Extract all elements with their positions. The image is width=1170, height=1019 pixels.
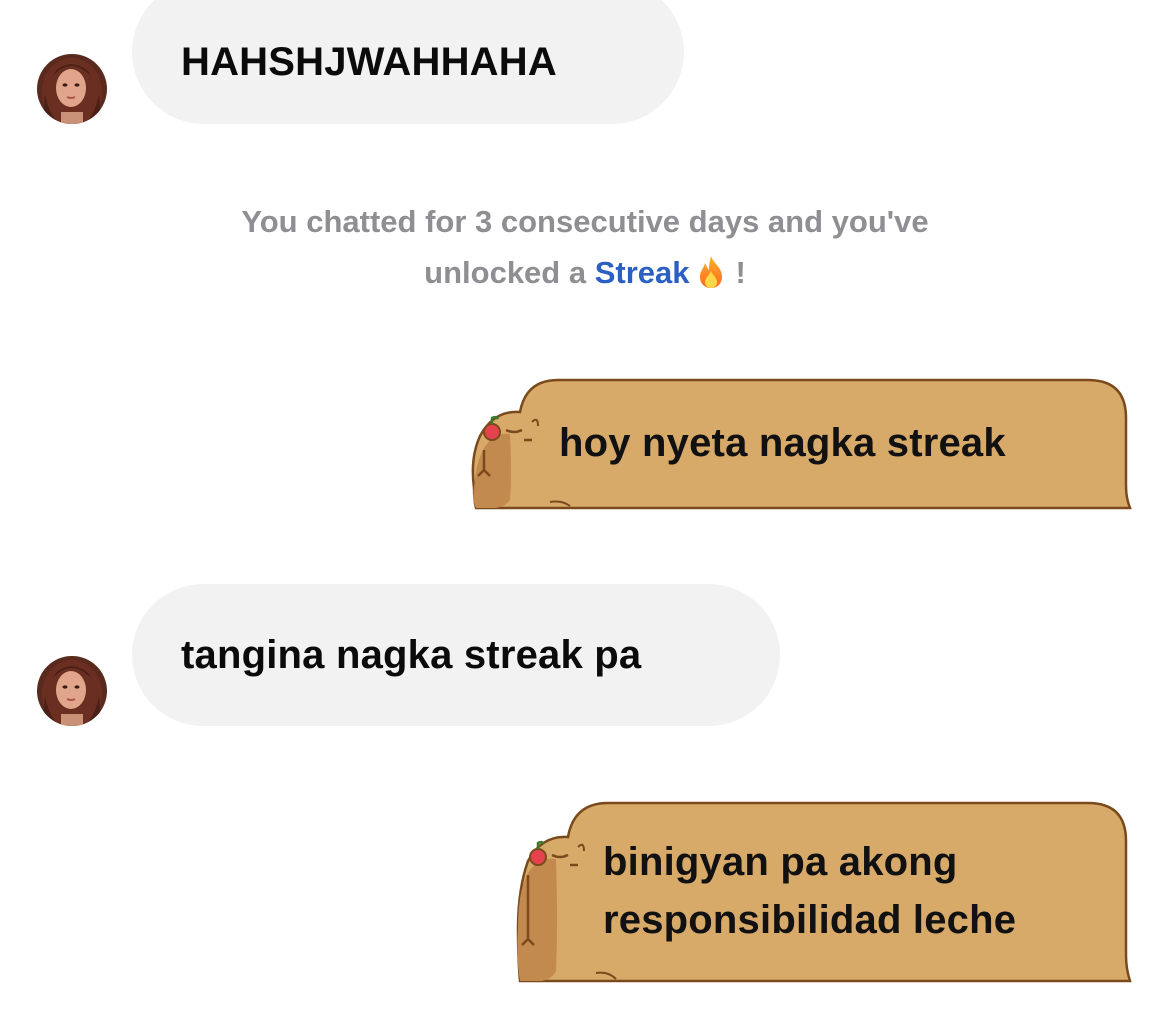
message-text: tangina nagka streak pa — [181, 632, 642, 677]
incoming-message-bubble[interactable]: HAHSHJWAHHAHA — [132, 0, 684, 124]
message-text: hoy nyeta nagka streak — [559, 421, 1006, 465]
avatar-photo — [37, 656, 107, 726]
contact-avatar[interactable] — [37, 656, 107, 726]
message-text: HAHSHJWAHHAHA — [181, 39, 557, 84]
streak-notice: You chatted for 3 consecutive days and y… — [140, 196, 1030, 304]
avatar-photo — [37, 54, 107, 124]
incoming-message-bubble[interactable]: tangina nagka streak pa — [132, 584, 780, 726]
streak-notice-line2: unlocked a Streak ! — [140, 247, 1030, 304]
streak-link[interactable]: Streak — [595, 255, 690, 290]
message-text-line1: binigyan pa akong — [603, 840, 958, 884]
streak-notice-suffix: ! — [735, 255, 746, 290]
message-text: binigyan pa akong responsibilidad leche — [603, 833, 1016, 949]
outgoing-message-bubble[interactable]: hoy nyeta nagka streak — [466, 376, 1136, 512]
outgoing-message-bubble[interactable]: binigyan pa akong responsibilidad leche — [512, 799, 1136, 985]
fire-icon — [696, 253, 726, 304]
streak-notice-line1: You chatted for 3 consecutive days and y… — [241, 204, 929, 239]
contact-avatar[interactable] — [37, 54, 107, 124]
streak-notice-prefix: unlocked a — [424, 255, 587, 290]
message-text-line2: responsibilidad leche — [603, 898, 1017, 942]
